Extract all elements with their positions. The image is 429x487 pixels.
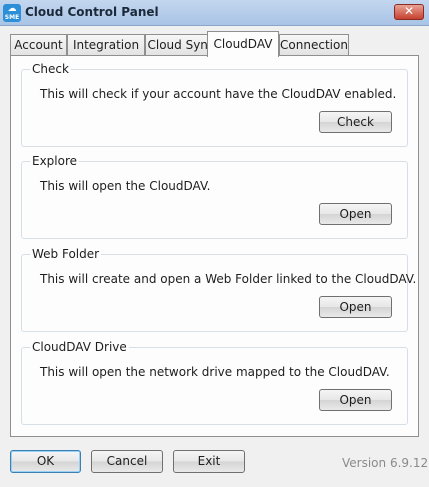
cancel-button[interactable]: Cancel (91, 450, 163, 473)
web-folder-group: Web Folder This will create and open a W… (21, 247, 416, 332)
explore-open-button[interactable]: Open (319, 203, 392, 225)
clouddav-tab-panel: Check This will check if your account ha… (10, 55, 419, 437)
web-folder-group-title: Web Folder (30, 247, 102, 261)
ok-button[interactable]: OK (10, 450, 81, 473)
web-folder-open-button[interactable]: Open (319, 296, 392, 318)
web-folder-description: This will create and open a Web Folder l… (40, 272, 417, 286)
check-description: This will check if your account have the… (40, 87, 397, 101)
explore-group: Explore This will open the CloudDAV. Ope… (21, 154, 408, 239)
title-bar: ☁ SME Cloud Control Panel ✕ (0, 0, 429, 26)
tab-clouddav[interactable]: CloudDAV (207, 31, 279, 57)
cloud-app-icon: ☁ SME (3, 4, 21, 22)
close-button[interactable]: ✕ (394, 4, 424, 20)
check-button[interactable]: Check (319, 111, 392, 133)
clouddav-drive-group-title: CloudDAV Drive (30, 340, 129, 354)
clouddav-drive-description: This will open the network drive mapped … (40, 365, 390, 379)
tab-integration[interactable]: Integration (67, 34, 145, 56)
explore-group-title: Explore (30, 154, 80, 168)
check-group: Check This will check if your account ha… (21, 62, 408, 147)
explore-description: This will open the CloudDAV. (40, 179, 211, 193)
clouddav-drive-open-button[interactable]: Open (319, 389, 392, 411)
check-group-title: Check (30, 62, 71, 76)
clouddav-drive-group: CloudDAV Drive This will open the networ… (21, 340, 408, 425)
window-title: Cloud Control Panel (25, 5, 159, 19)
exit-button[interactable]: Exit (173, 450, 245, 473)
tab-connection[interactable]: Connection (279, 34, 349, 56)
tab-account[interactable]: Account (10, 34, 67, 56)
version-label: Version 6.9.12 (342, 456, 429, 470)
